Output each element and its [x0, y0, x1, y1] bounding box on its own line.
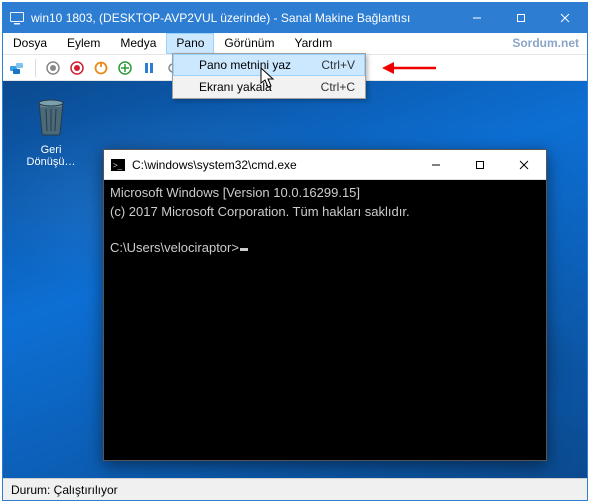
pano-dropdown-menu: Pano metnini yaz Ctrl+V Ekranı yakala Ct…	[172, 53, 366, 99]
cmd-cursor	[240, 248, 248, 251]
trash-icon	[31, 93, 71, 137]
window-title: win10 1803, (DESKTOP-AVP2VUL üzerinde) -…	[31, 11, 455, 25]
ctrl-alt-del-icon[interactable]	[9, 59, 27, 77]
vm-app-icon	[9, 10, 25, 26]
menu-item-ekrani-yakala[interactable]: Ekranı yakala Ctrl+C	[173, 76, 365, 98]
recycle-bin-icon[interactable]: Geri Dönüşü…	[21, 93, 81, 168]
cmd-titlebar[interactable]: >_ C:\windows\system32\cmd.exe	[104, 150, 546, 180]
status-text: Durum: Çalıştırılıyor	[11, 483, 118, 497]
menu-eylem[interactable]: Eylem	[57, 33, 110, 54]
recycle-bin-label: Geri Dönüşü…	[21, 144, 81, 168]
close-button[interactable]	[543, 3, 587, 33]
pause-icon[interactable]	[140, 59, 158, 77]
window-controls	[455, 3, 587, 33]
cmd-title: C:\windows\system32\cmd.exe	[132, 158, 414, 172]
menu-dosya[interactable]: Dosya	[3, 33, 57, 54]
cmd-window-controls	[414, 150, 546, 179]
vm-desktop[interactable]: Geri Dönüşü… >_ C:\windows\system32\cmd.…	[3, 81, 587, 478]
menu-item-label: Pano metnini yaz	[199, 58, 321, 72]
menu-yardim[interactable]: Yardım	[284, 33, 342, 54]
cmd-line2: (c) 2017 Microsoft Corporation. Tüm hakl…	[110, 204, 410, 219]
turnoff-icon[interactable]	[68, 59, 86, 77]
cmd-line1: Microsoft Windows [Version 10.0.16299.15…	[110, 185, 360, 200]
titlebar[interactable]: win10 1803, (DESKTOP-AVP2VUL üzerinde) -…	[3, 3, 587, 33]
minimize-button[interactable]	[455, 3, 499, 33]
cmd-close-button[interactable]	[502, 150, 546, 179]
maximize-button[interactable]	[499, 3, 543, 33]
cmd-prompt: C:\Users\velociraptor>	[110, 240, 239, 255]
menubar: Dosya Eylem Medya Pano Görünüm Yardım So…	[3, 33, 587, 55]
watermark-text: Sordum.net	[512, 36, 579, 50]
menu-item-label: Ekranı yakala	[199, 80, 321, 94]
cmd-window[interactable]: >_ C:\windows\system32\cmd.exe Microsoft…	[103, 149, 547, 461]
annotation-arrow-icon	[380, 60, 438, 76]
save-icon[interactable]	[116, 59, 134, 77]
statusbar: Durum: Çalıştırılıyor	[3, 478, 587, 500]
menu-pano[interactable]: Pano	[166, 33, 214, 54]
cmd-terminal[interactable]: Microsoft Windows [Version 10.0.16299.15…	[104, 180, 546, 460]
menu-gorunum[interactable]: Görünüm	[214, 33, 284, 54]
menu-medya[interactable]: Medya	[110, 33, 166, 54]
menu-item-shortcut: Ctrl+C	[321, 80, 355, 94]
svg-text:>_: >_	[113, 161, 123, 170]
cmd-minimize-button[interactable]	[414, 150, 458, 179]
menu-item-shortcut: Ctrl+V	[321, 58, 355, 72]
menu-item-pano-metnini-yaz[interactable]: Pano metnini yaz Ctrl+V	[173, 54, 365, 76]
toolbar-separator	[35, 59, 36, 77]
shutdown-icon[interactable]	[92, 59, 110, 77]
start-icon[interactable]	[44, 59, 62, 77]
cmd-app-icon: >_	[110, 157, 126, 173]
cmd-maximize-button[interactable]	[458, 150, 502, 179]
